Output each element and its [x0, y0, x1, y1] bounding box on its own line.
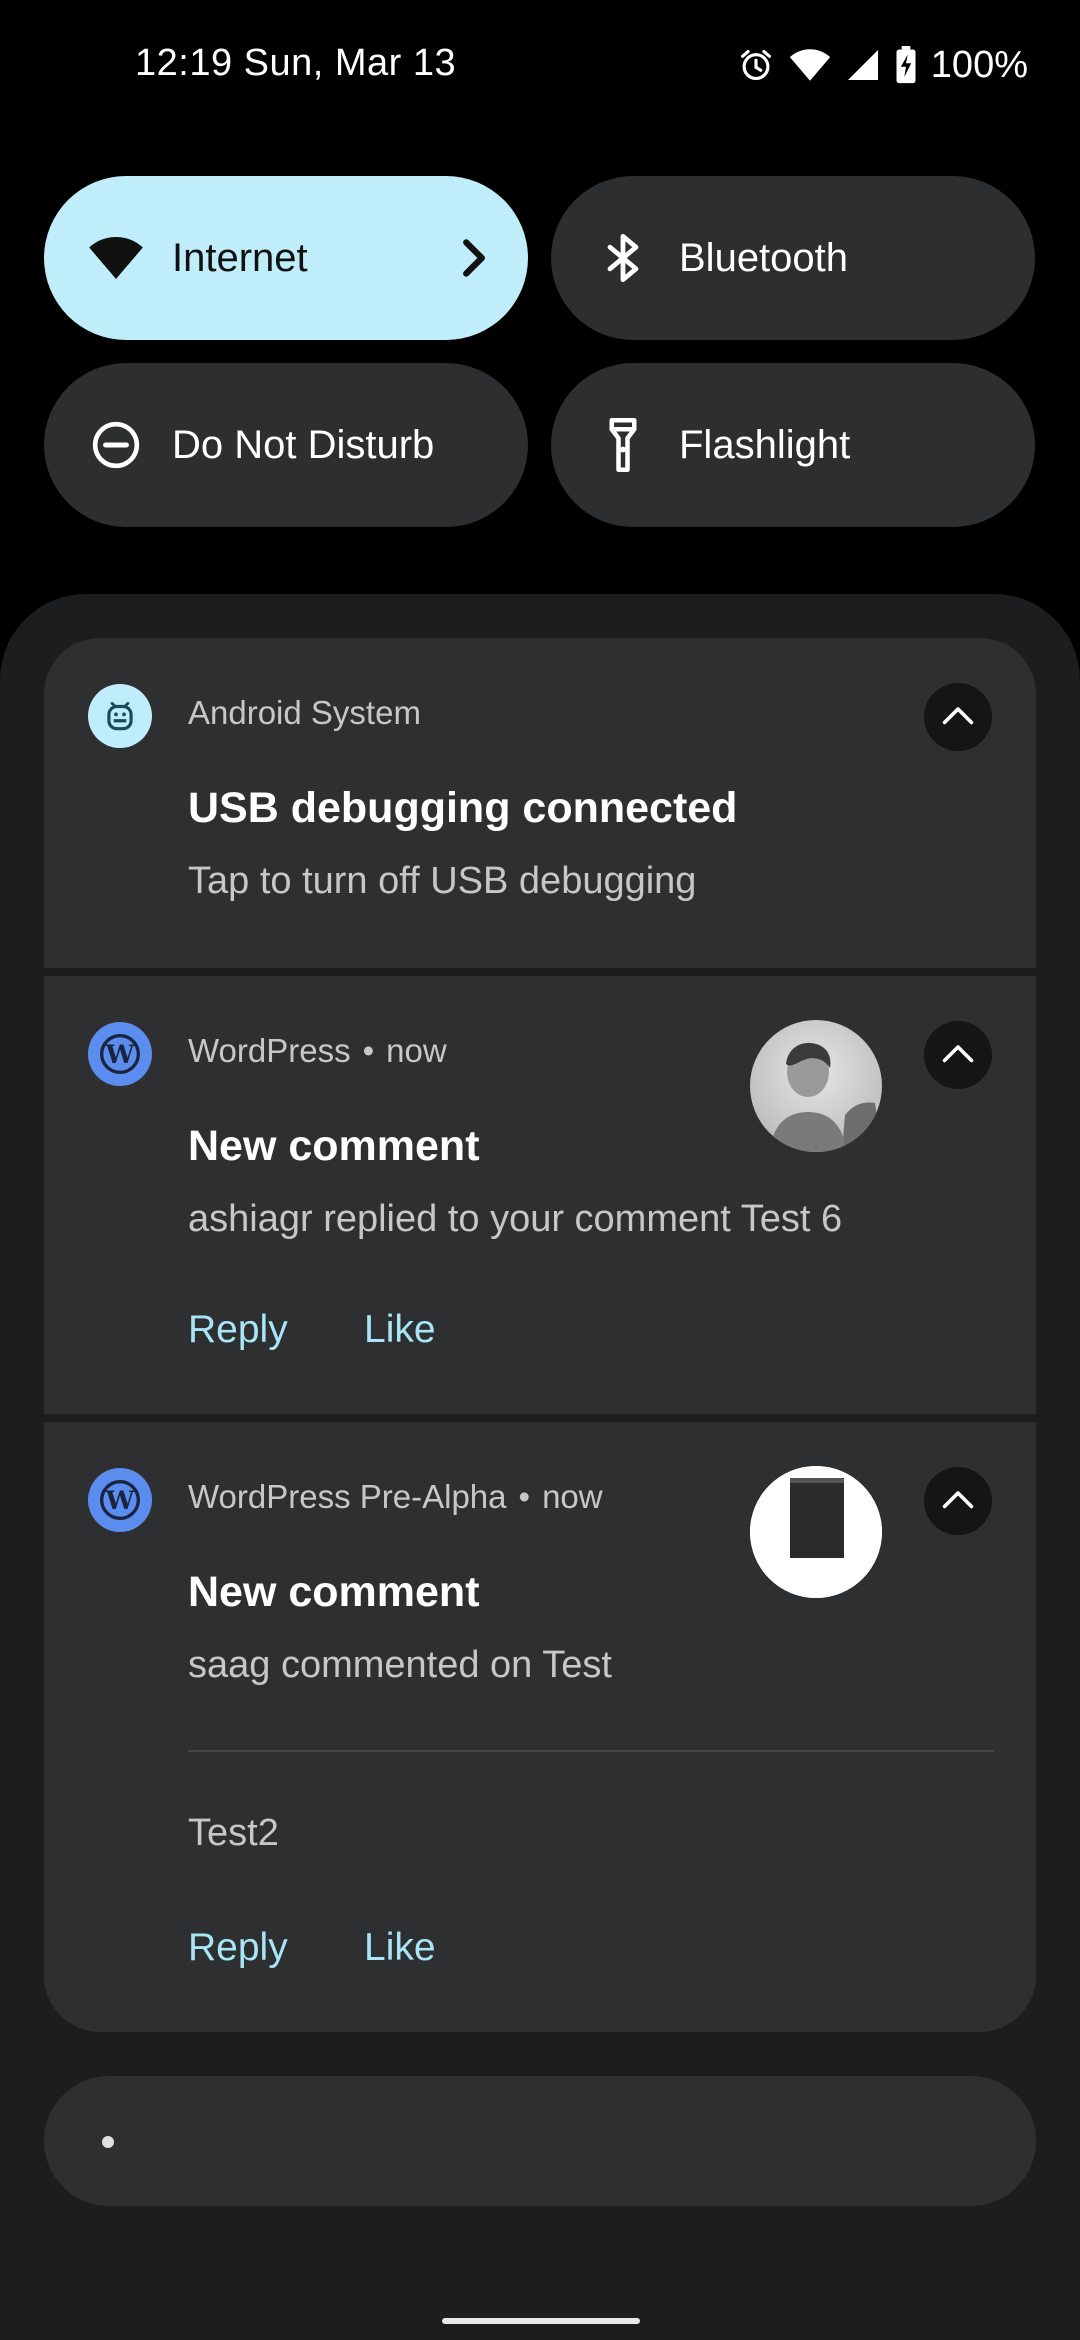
notification-title: New comment — [188, 1122, 480, 1170]
wordpress-icon: W — [88, 1468, 152, 1532]
chevron-up-icon — [940, 703, 976, 732]
notification-list: Android System USB debugging connected T… — [44, 638, 1036, 2032]
notification-usb-debugging[interactable]: Android System USB debugging connected T… — [44, 638, 1036, 968]
chevron-right-icon — [456, 232, 492, 289]
like-button[interactable]: Like — [364, 1308, 436, 1352]
reply-button[interactable]: Reply — [188, 1926, 288, 1970]
chevron-up-icon — [940, 1041, 976, 1070]
tile-do-not-disturb[interactable]: Do Not Disturb — [44, 363, 528, 527]
tile-bluetooth[interactable]: Bluetooth — [551, 176, 1035, 340]
notification-detail: Test2 — [188, 1812, 279, 1854]
avatar — [750, 1020, 882, 1152]
battery-percent: 100% — [930, 43, 1028, 86]
status-icons: 100% — [737, 40, 1028, 90]
avatar — [750, 1466, 882, 1598]
reply-button[interactable]: Reply — [188, 1308, 288, 1352]
like-button[interactable]: Like — [364, 1926, 436, 1970]
tile-label: Bluetooth — [679, 235, 849, 280]
do-not-disturb-icon — [88, 417, 144, 473]
notification-time: now — [542, 1478, 603, 1515]
gesture-nav-handle[interactable] — [442, 2318, 640, 2324]
collapse-button[interactable] — [924, 1467, 992, 1535]
notification-time: now — [386, 1032, 447, 1069]
app-name: WordPress Pre-Alpha — [188, 1478, 507, 1515]
battery-charging-icon — [895, 46, 917, 84]
svg-text:W: W — [105, 1040, 136, 1070]
notification-text: ashiagr replied to your comment Test 6 — [188, 1198, 843, 1240]
notification-text: Tap to turn off USB debugging — [188, 860, 697, 902]
notification-text: saag commented on Test — [188, 1644, 612, 1686]
tile-flashlight[interactable]: Flashlight — [551, 363, 1035, 527]
app-name-row: WordPress • now — [188, 1032, 447, 1069]
wordpress-icon: W — [88, 1022, 152, 1086]
tile-label: Flashlight — [679, 422, 851, 467]
app-name: WordPress — [188, 1032, 351, 1069]
notification-wordpress-comment[interactable]: W WordPress • now New comment ashiagr repl — [44, 976, 1036, 1414]
tile-label: Internet — [172, 235, 308, 280]
notification-footer[interactable] — [44, 2076, 1036, 2206]
wifi-icon — [789, 47, 831, 83]
divider — [188, 1750, 994, 1752]
status-time-date: 12:19 Sun, Mar 13 — [135, 42, 457, 84]
notification-title: New comment — [188, 1568, 480, 1616]
alarm-icon — [737, 46, 775, 84]
chevron-up-icon — [940, 1487, 976, 1516]
bluetooth-icon — [595, 230, 651, 286]
android-system-icon — [88, 684, 152, 748]
tile-internet[interactable]: Internet — [44, 176, 528, 340]
notification-title: USB debugging connected — [188, 784, 738, 832]
footer-dot — [102, 2136, 114, 2148]
collapse-button[interactable] — [924, 683, 992, 751]
svg-text:W: W — [105, 1486, 136, 1516]
notification-wordpress-prealpha-comment[interactable]: W WordPress Pre-Alpha • now New comment sa… — [44, 1422, 1036, 2032]
app-name-row: WordPress Pre-Alpha • now — [188, 1478, 603, 1515]
app-name: Android System — [188, 694, 421, 731]
flashlight-icon — [595, 417, 651, 473]
tile-label: Do Not Disturb — [172, 422, 435, 467]
collapse-button[interactable] — [924, 1021, 992, 1089]
cell-signal-icon — [845, 47, 881, 83]
wifi-icon — [88, 230, 144, 286]
